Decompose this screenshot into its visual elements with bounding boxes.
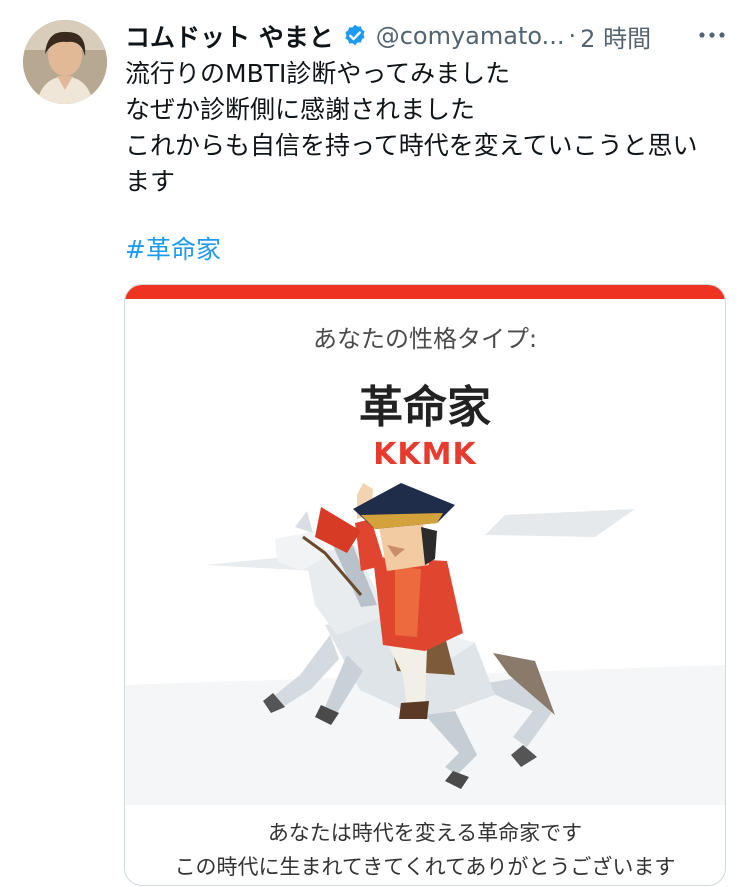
- media-description-1: あなたは時代を変える革命家です: [267, 821, 583, 845]
- more-horizontal-icon[interactable]: [694, 20, 730, 50]
- media-description-2: この時代に生まれてきてくれてありがとうございます: [174, 855, 676, 879]
- separator-dot: ·: [568, 22, 577, 50]
- media-personality-label: あなたの性格タイプ:: [312, 325, 538, 353]
- timestamp[interactable]: 2 時間: [580, 19, 651, 54]
- hashtag-link[interactable]: #革命家: [125, 232, 221, 268]
- media-personality-code: KKMK: [373, 437, 477, 472]
- tweet[interactable]: コムドット やまと @comyamato... · 2 時間 流行りのMBTI診…: [0, 0, 750, 887]
- avatar[interactable]: [23, 20, 107, 104]
- media-personality-type: 革命家: [359, 382, 491, 433]
- tweet-text-line: 流行りのMBTI診断やってみました: [125, 59, 511, 88]
- tweet-text-line: なぜか診断側に感謝されました: [125, 95, 476, 124]
- verified-badge-icon: [342, 23, 368, 49]
- tweet-media-image[interactable]: あなたの性格タイプ: 革命家 KKMK あなたは時代を変える革命家です この時代…: [124, 284, 726, 886]
- handle[interactable]: @comyamato...: [376, 22, 565, 50]
- tweet-header: コムドット やまと @comyamato... · 2 時間: [125, 14, 730, 58]
- display-name[interactable]: コムドット やまと: [125, 18, 334, 54]
- tweet-text-line: これからも自信を持って時代を変えていこうと思い: [125, 131, 698, 160]
- tweet-text: 流行りのMBTI診断やってみました なぜか診断側に感謝されました これからも自信…: [125, 56, 735, 200]
- avatar-portrait: [23, 20, 107, 104]
- tweet-text-line: ます: [125, 167, 176, 196]
- napoleon-horse-illustration: [125, 483, 725, 805]
- media-accent-bar: [125, 285, 725, 299]
